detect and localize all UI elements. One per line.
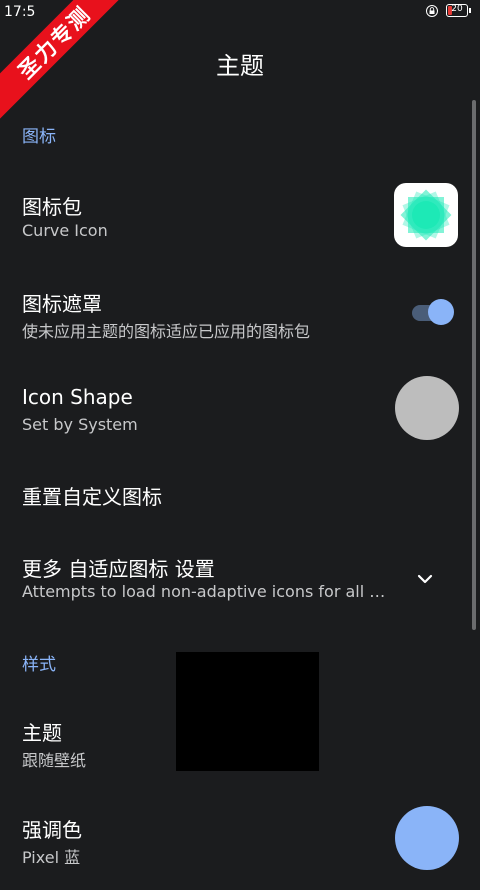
setting-more-adaptive-icons[interactable]: 更多 自适应图标 设置 Attempts to load non-adaptiv… [0, 535, 470, 630]
icon-shape-subtitle: Set by System [22, 415, 138, 434]
section-header-style: 样式 [22, 655, 56, 675]
watermark-ribbon: 圣力专测 [0, 0, 150, 150]
theme-title: 主题 [22, 721, 62, 745]
toggle-thumb [428, 299, 454, 325]
watermark-text: 圣力专测 [0, 0, 137, 125]
setting-icon-shape[interactable]: Icon Shape Set by System [0, 360, 470, 455]
battery-tip [469, 8, 471, 13]
setting-icon-mask[interactable]: 图标遮罩 使未应用主题的图标适应已应用的图标包 [0, 265, 470, 360]
lock-icon [426, 5, 438, 17]
setting-icon-pack[interactable]: 图标包 Curve Icon [0, 170, 470, 265]
icon-shape-preview-circle [395, 376, 459, 440]
chevron-down-icon[interactable] [414, 568, 436, 590]
reset-icons-title: 重置自定义图标 [22, 485, 162, 509]
accent-color-swatch [395, 806, 459, 870]
scrollbar-thumb[interactable] [472, 100, 476, 630]
battery-level: 20 [451, 4, 463, 14]
icon-pack-title: 图标包 [22, 195, 82, 219]
more-adaptive-title: 更多 自适应图标 设置 [22, 557, 215, 581]
scrollbar[interactable] [472, 100, 476, 853]
theme-subtitle: 跟随壁纸 [22, 751, 87, 770]
icon-shape-title: Icon Shape [22, 385, 133, 409]
icon-mask-title: 图标遮罩 [22, 292, 102, 316]
accent-title: 强调色 [22, 818, 82, 842]
icon-pack-preview-icon [394, 183, 458, 247]
more-adaptive-subtitle: Attempts to load non-adaptive icons for … [22, 582, 392, 601]
accent-subtitle: Pixel 蓝 [22, 848, 81, 867]
icon-pack-subtitle: Curve Icon [22, 221, 108, 240]
icon-mask-subtitle: 使未应用主题的图标适应已应用的图标包 [22, 322, 311, 341]
black-overlay-block [176, 652, 319, 771]
battery-icon: 20 [446, 4, 468, 17]
icon-mask-toggle[interactable] [410, 298, 456, 326]
setting-reset-icons[interactable]: 重置自定义图标 [0, 455, 470, 535]
